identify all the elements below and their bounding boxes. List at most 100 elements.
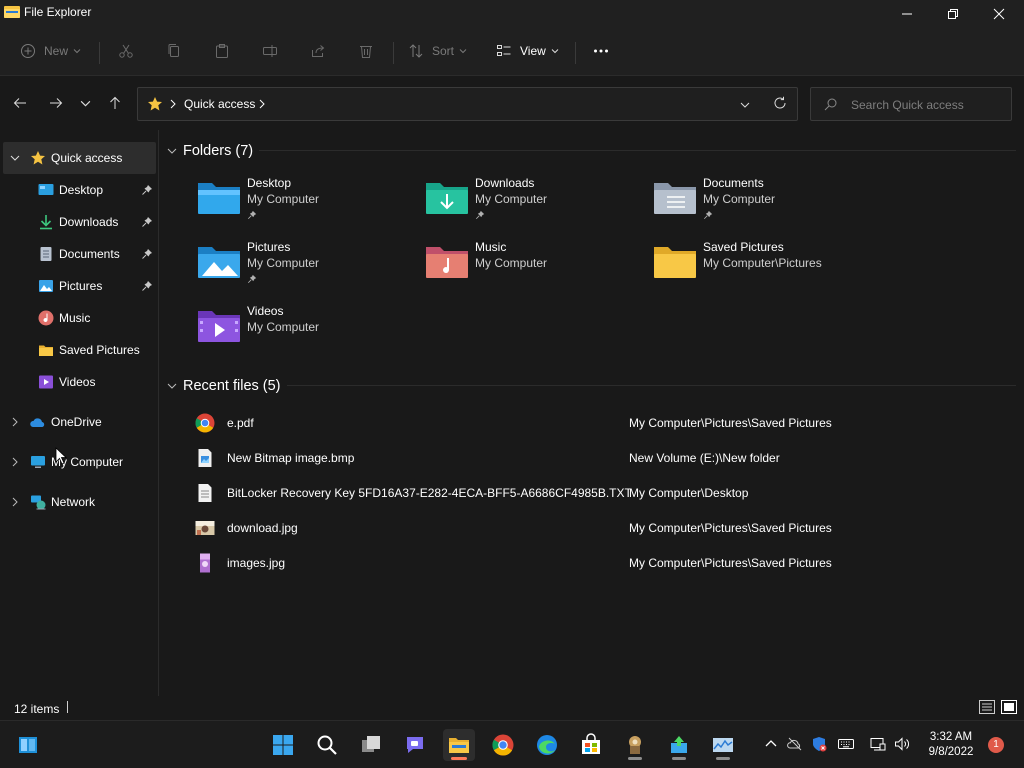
keyboard-icon[interactable] (838, 736, 854, 752)
sidebar-item-pictures[interactable]: Pictures (0, 270, 158, 302)
pictures-icon (39, 280, 53, 292)
file-explorer-icon (449, 738, 469, 753)
app-taskbar-button[interactable] (707, 729, 739, 761)
back-arrow-icon[interactable] (12, 95, 28, 111)
recent-file-row[interactable]: New Bitmap image.bmp New Volume (E:)\New… (159, 441, 1024, 476)
chevron-up-icon[interactable] (763, 736, 779, 752)
search-button[interactable] (311, 729, 343, 761)
sidebar-item-videos[interactable]: Videos (0, 366, 158, 398)
copy-button[interactable] (166, 38, 182, 64)
sidebar-item-downloads[interactable]: Downloads (0, 206, 158, 238)
more-icon (594, 49, 608, 53)
restore-button[interactable] (930, 0, 976, 28)
paste-icon (216, 44, 228, 58)
minimize-button[interactable] (884, 0, 930, 28)
onedrive-offline-icon[interactable] (787, 736, 803, 752)
refresh-icon[interactable] (773, 96, 787, 110)
recent-file-row[interactable]: e.pdf My Computer\Pictures\Saved Picture… (159, 406, 1024, 441)
recent-file-row[interactable]: BitLocker Recovery Key 5FD16A37-E282-4EC… (159, 476, 1024, 511)
volume-icon[interactable] (894, 736, 910, 752)
recent-locations-chevron-icon[interactable] (80, 98, 91, 109)
chrome-taskbar-button[interactable] (487, 729, 519, 761)
sidebar-item-label: Pictures (59, 279, 103, 293)
folders-group-header[interactable]: Folders (7) (167, 143, 253, 159)
recent-file-row[interactable]: images.jpg My Computer\Pictures\Saved Pi… (159, 546, 1024, 581)
close-button[interactable] (976, 0, 1022, 28)
restore-icon (948, 9, 958, 19)
large-icons-view-icon[interactable] (1001, 700, 1017, 714)
ribbon-divider (393, 42, 394, 64)
rename-button[interactable] (262, 38, 278, 64)
chevron-right-icon[interactable] (10, 417, 20, 427)
chevron-right-icon[interactable] (169, 99, 177, 109)
sidebar-item-my-computer[interactable]: My Computer (0, 446, 158, 478)
file-location: My Computer\Pictures\Saved Pictures (629, 556, 832, 570)
recent-file-row[interactable]: download.jpg My Computer\Pictures\Saved … (159, 511, 1024, 546)
network-display-icon[interactable] (870, 736, 886, 752)
folder-tile-videos[interactable]: Videos My Computer (197, 304, 417, 362)
forward-arrow-icon[interactable] (48, 95, 64, 111)
start-button[interactable] (267, 729, 299, 761)
app-taskbar-button[interactable] (663, 729, 695, 761)
file-location: My Computer\Desktop (629, 486, 749, 500)
store-taskbar-button[interactable] (575, 729, 607, 761)
delete-button[interactable] (358, 38, 374, 64)
file-name: BitLocker Recovery Key 5FD16A37-E282-4EC… (227, 486, 632, 500)
chevron-right-icon[interactable] (10, 457, 20, 467)
share-button[interactable] (310, 38, 326, 64)
music-icon (38, 310, 54, 326)
folder-tile-desktop[interactable]: Desktop My Computer (197, 176, 417, 234)
widgets-button[interactable] (12, 729, 44, 761)
sidebar-item-music[interactable]: Music (0, 302, 158, 334)
chrome-pdf-icon (195, 413, 215, 433)
view-button[interactable]: View (496, 38, 559, 64)
videos-folder-icon (198, 311, 240, 342)
folder-tile-saved-pictures[interactable]: Saved Pictures My Computer\Pictures (653, 240, 873, 298)
sort-icon (409, 44, 423, 58)
chevron-right-icon[interactable] (10, 497, 20, 507)
sidebar-item-quick-access[interactable]: Quick access (0, 142, 158, 174)
cut-button[interactable] (118, 38, 134, 64)
command-bar: New Sort View (0, 28, 1024, 76)
address-bar[interactable]: Quick access (137, 87, 798, 121)
paste-button[interactable] (214, 38, 230, 64)
more-options-button[interactable] (593, 38, 609, 64)
teams-chat-button[interactable] (399, 729, 431, 761)
new-label: New (44, 44, 69, 58)
computer-icon (31, 456, 45, 468)
title-bar: File Explorer (0, 0, 1024, 28)
sort-button[interactable]: Sort (408, 38, 467, 64)
music-folder-icon (426, 247, 468, 278)
folder-tile-music[interactable]: Music My Computer (425, 240, 645, 298)
task-view-button[interactable] (355, 729, 387, 761)
up-arrow-icon[interactable] (107, 95, 123, 111)
sidebar-item-documents[interactable]: Documents (0, 238, 158, 270)
file-location: My Computer\Pictures\Saved Pictures (629, 416, 832, 430)
chevron-down-icon[interactable] (740, 100, 750, 110)
recent-files-group-header[interactable]: Recent files (5) (167, 378, 281, 394)
sidebar-item-desktop[interactable]: Desktop (0, 174, 158, 206)
system-clock[interactable]: 3:32 AM 9/8/2022 (918, 730, 984, 760)
security-shield-icon[interactable] (811, 736, 827, 752)
sidebar-item-label: Music (59, 311, 91, 325)
file-explorer-taskbar-button[interactable] (443, 729, 475, 761)
app-taskbar-button[interactable] (619, 729, 651, 761)
sidebar-item-saved-pictures[interactable]: Saved Pictures (0, 334, 158, 366)
file-name: download.jpg (227, 521, 298, 535)
edge-taskbar-button[interactable] (531, 729, 563, 761)
notification-badge[interactable]: 1 (988, 737, 1004, 753)
details-view-icon[interactable] (979, 700, 995, 714)
folder-tile-downloads[interactable]: Downloads My Computer (425, 176, 645, 234)
search-box[interactable]: Search Quick access (810, 87, 1012, 121)
folder-tile-documents[interactable]: Documents My Computer (653, 176, 873, 234)
chevron-down-icon[interactable] (10, 153, 20, 163)
navigation-pane: Quick access Desktop Downloads Documents… (0, 140, 158, 696)
new-button[interactable]: New (20, 38, 81, 64)
folder-path: My Computer (247, 320, 320, 334)
breadcrumb-quick-access[interactable]: Quick access (184, 97, 255, 111)
group-divider (287, 385, 1016, 386)
chevron-right-icon[interactable] (258, 99, 266, 109)
folder-tile-pictures[interactable]: Pictures My Computer (197, 240, 417, 298)
sidebar-item-network[interactable]: Network (0, 486, 158, 518)
sidebar-item-onedrive[interactable]: OneDrive (0, 406, 158, 438)
